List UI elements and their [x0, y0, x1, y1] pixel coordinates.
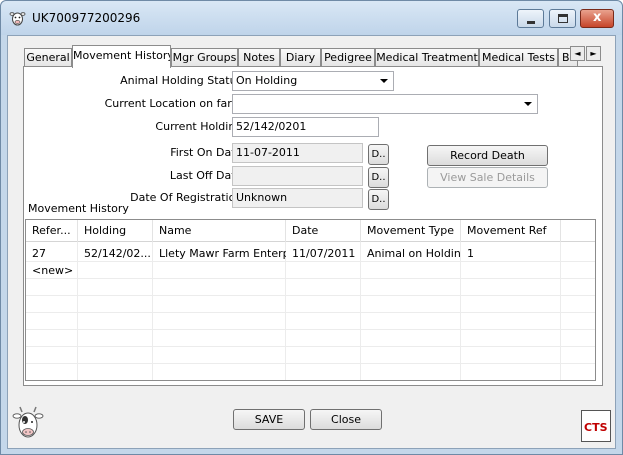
- cell-date: 11/07/2011: [292, 247, 356, 260]
- save-button[interactable]: SAVE: [233, 409, 305, 430]
- first-on-date-field: 11-07-2011: [232, 143, 363, 163]
- registration-date-picker-button[interactable]: D..: [368, 189, 389, 210]
- maximize-icon: [558, 14, 568, 23]
- column-header-movement-ref[interactable]: Movement Ref: [461, 220, 561, 242]
- window-title: UK700977200296: [32, 11, 141, 25]
- cell-movement-type: Animal on Holding: [367, 247, 461, 260]
- view-sale-details-button[interactable]: View Sale Details: [427, 167, 548, 188]
- location-label: Current Location on farm:: [104, 97, 246, 110]
- holding-status-select[interactable]: On Holding: [232, 71, 394, 91]
- grid-divider: [26, 346, 595, 347]
- grid-divider: [26, 278, 595, 279]
- close-button[interactable]: Close: [310, 409, 382, 430]
- cts-logo-icon: CTS: [581, 410, 611, 442]
- column-header-reference[interactable]: Refer...: [26, 220, 78, 242]
- close-window-button[interactable]: x: [580, 9, 614, 28]
- holding-status-label: Animal Holding Status:: [120, 74, 246, 87]
- tab-scroll-right-button[interactable]: ►: [586, 46, 601, 61]
- chevron-down-icon: [524, 102, 532, 106]
- location-select[interactable]: [232, 94, 538, 114]
- holding-status-value: On Holding: [236, 74, 298, 87]
- tab-scroll-left-button[interactable]: ◄: [570, 46, 585, 61]
- grid-divider: [26, 329, 595, 330]
- cow-icon: [9, 12, 26, 26]
- tab-pedigree[interactable]: Pedigree: [321, 48, 375, 67]
- movement-history-grid[interactable]: Refer... Holding Name Date Movement Type…: [25, 219, 596, 381]
- grid-divider: [26, 312, 595, 313]
- registration-date-label: Date Of Registration:: [130, 191, 246, 204]
- grid-divider: [26, 363, 595, 364]
- tab-medical-tests[interactable]: Medical Tests: [479, 48, 558, 67]
- cts-logo-text: CTS: [584, 421, 608, 434]
- tab-notes[interactable]: Notes: [238, 48, 280, 67]
- app-window: UK700977200296 x General Movement Histor…: [0, 0, 623, 455]
- current-holding-input[interactable]: 52/142/0201: [232, 117, 379, 137]
- movement-history-group-label: Movement History: [28, 202, 129, 215]
- last-off-date-picker-button[interactable]: D..: [368, 167, 389, 188]
- cell-reference: <new>: [32, 264, 74, 277]
- maximize-button[interactable]: [549, 9, 576, 28]
- tab-general[interactable]: General: [24, 48, 72, 67]
- column-header-movement-type[interactable]: Movement Type: [361, 220, 461, 242]
- grid-divider: [26, 295, 595, 296]
- tab-movement-history[interactable]: Movement History: [72, 45, 171, 68]
- title-bar[interactable]: UK700977200296 x: [1, 1, 622, 35]
- column-header-holding[interactable]: Holding: [78, 220, 153, 242]
- cell-movement-ref: 1: [467, 247, 474, 260]
- cell-name: Llety Mawr Farm Enterp...: [159, 247, 286, 260]
- close-icon: x: [593, 10, 602, 25]
- column-header-name[interactable]: Name: [153, 220, 286, 242]
- grid-header: Refer... Holding Name Date Movement Type…: [26, 220, 595, 242]
- record-death-button[interactable]: Record Death: [427, 145, 548, 166]
- registration-date-field: Unknown: [232, 188, 363, 208]
- last-off-date-field: [232, 166, 363, 186]
- minimize-button[interactable]: [517, 9, 544, 28]
- chevron-down-icon: [380, 79, 388, 83]
- cell-reference: 27: [32, 247, 46, 260]
- cow-icon: [12, 406, 44, 438]
- first-on-date-picker-button[interactable]: D..: [368, 144, 389, 165]
- column-header-date[interactable]: Date: [286, 220, 361, 242]
- tab-medical-treatment[interactable]: Medical Treatment: [375, 48, 479, 67]
- tab-diary[interactable]: Diary: [280, 48, 321, 67]
- cell-holding: 52/142/02...: [84, 247, 151, 260]
- tab-mgr-groups[interactable]: Mgr Groups: [171, 48, 238, 67]
- minimize-icon: [527, 21, 535, 24]
- dialog-client: General Movement History Mgr Groups Note…: [7, 35, 616, 449]
